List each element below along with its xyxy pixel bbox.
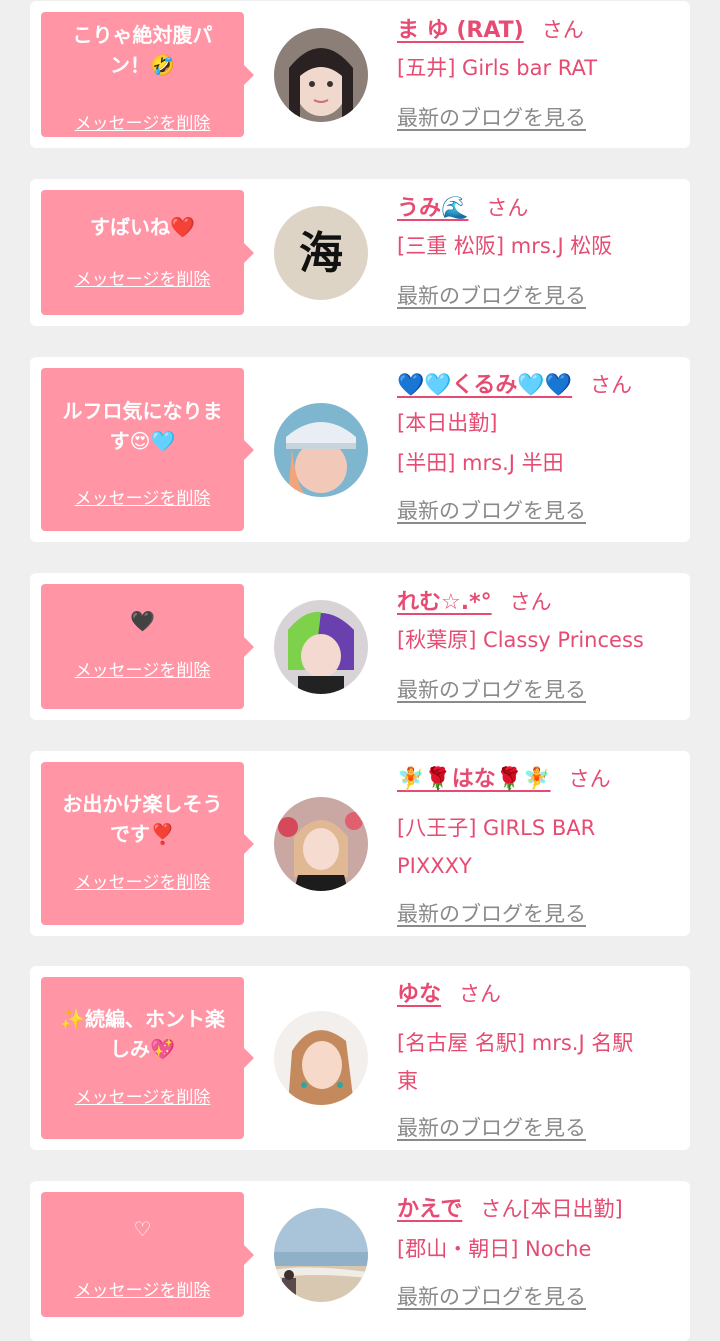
- message-line: お出かけ楽しそう: [62, 792, 223, 816]
- cast-name-link[interactable]: 💙🩵くるみ🩵💙: [397, 373, 572, 398]
- avatar-photo-icon: [274, 600, 368, 694]
- message-bubble: ルフロ気になりま す😍🩵 メッセージを削除: [41, 368, 254, 531]
- honorific: さん: [486, 196, 529, 220]
- latest-blog-link[interactable]: 最新のブログを見る: [397, 1112, 586, 1142]
- avatar-photo-icon: [274, 797, 368, 891]
- name-row: うみ🌊 さん: [397, 190, 528, 228]
- message-card: ✨続編、ホント楽 しみ💖 メッセージを削除 ゆな さん [名古屋 名駅] mrs.…: [30, 966, 690, 1150]
- message-line: ✨続編、ホント楽: [60, 1007, 225, 1031]
- honorific: さん: [480, 1197, 523, 1221]
- honorific: さん: [541, 18, 584, 42]
- honorific: さん: [509, 590, 552, 614]
- message-line: す😍🩵: [109, 429, 176, 453]
- attendance-suffix: [本日出勤]: [522, 1197, 623, 1221]
- name-row: ゆな さん: [397, 976, 501, 1014]
- message-card: ルフロ気になりま す😍🩵 メッセージを削除 💙🩵くるみ🩵💙 さん [本日出勤] […: [30, 357, 690, 542]
- avatar[interactable]: [274, 403, 368, 497]
- shop-line: 東: [397, 1069, 418, 1093]
- message-bubble: こりゃ絶対腹パ ン！🤣 メッセージを削除: [41, 12, 254, 137]
- message-text: ✨続編、ホント楽 しみ💖: [47, 1004, 238, 1064]
- cast-name-link[interactable]: かえで: [397, 1197, 462, 1222]
- message-text: こりゃ絶対腹パ ン！🤣: [47, 20, 238, 80]
- shop-line: [半田] mrs.J 半田: [397, 451, 564, 475]
- delete-message-link[interactable]: メッセージを削除: [41, 868, 244, 893]
- latest-blog-link[interactable]: 最新のブログを見る: [397, 495, 586, 525]
- message-bubble: すばいね❤️ メッセージを削除: [41, 190, 254, 315]
- shop-line: [三重 松阪] mrs.J 松阪: [397, 234, 613, 258]
- message-bubble: ♡ メッセージを削除: [41, 1192, 254, 1317]
- message-card: ♡ メッセージを削除 かえで さん[本日出勤] [郡山・朝日] Noche 最新の…: [30, 1181, 690, 1341]
- avatar-beach-photo-icon: [274, 1208, 368, 1302]
- cast-name-link[interactable]: れむ☆.*°: [397, 590, 492, 615]
- avatar-photo-icon: [274, 28, 368, 122]
- honorific: さん: [568, 767, 611, 791]
- message-text: すばいね❤️: [47, 212, 238, 242]
- cast-name-link[interactable]: うみ🌊: [397, 196, 468, 221]
- message-card: こりゃ絶対腹パ ン！🤣 メッセージを削除 ま ゆ (RAT) さん [五井] Gi…: [30, 1, 690, 148]
- message-text: 🖤: [47, 606, 238, 636]
- message-text: お出かけ楽しそう です❣️: [47, 789, 238, 849]
- avatar[interactable]: [274, 1011, 368, 1105]
- message-line: こりゃ絶対腹パ: [72, 23, 213, 47]
- calligraphy-umi-icon: 海: [274, 206, 368, 300]
- name-row: ま ゆ (RAT) さん: [397, 12, 584, 50]
- name-row: かえで さん[本日出勤]: [397, 1191, 623, 1229]
- message-line: しみ💖: [110, 1037, 175, 1061]
- latest-blog-link[interactable]: 最新のブログを見る: [397, 280, 586, 310]
- delete-message-link[interactable]: メッセージを削除: [41, 656, 244, 681]
- shop-line: [本日出勤]: [397, 411, 498, 435]
- message-line: 🖤: [130, 609, 155, 633]
- avatar[interactable]: [274, 600, 368, 694]
- message-line: ♡: [133, 1217, 152, 1241]
- shop-line: [名古屋 名駅] mrs.J 名駅: [397, 1031, 634, 1055]
- avatar-photo-icon: [274, 403, 368, 497]
- latest-blog-link[interactable]: 最新のブログを見る: [397, 1281, 586, 1311]
- latest-blog-link[interactable]: 最新のブログを見る: [397, 898, 586, 928]
- message-bubble: ✨続編、ホント楽 しみ💖 メッセージを削除: [41, 977, 254, 1139]
- cast-name-link[interactable]: 🧚🌹はな🌹🧚: [397, 767, 551, 792]
- delete-message-link[interactable]: メッセージを削除: [41, 265, 244, 290]
- message-card: すばいね❤️ メッセージを削除 海 うみ🌊 さん [三重 松阪] mrs.J 松阪…: [30, 179, 690, 326]
- avatar[interactable]: [274, 797, 368, 891]
- message-line: です❣️: [110, 822, 175, 846]
- message-line: すばいね❤️: [90, 215, 195, 239]
- shop-line: PIXXXY: [397, 854, 472, 878]
- message-bubble: お出かけ楽しそう です❣️ メッセージを削除: [41, 762, 254, 925]
- shop-line: [五井] Girls bar RAT: [397, 56, 598, 80]
- message-card: お出かけ楽しそう です❣️ メッセージを削除 🧚🌹はな🌹🧚 さん [八王子] GI…: [30, 751, 690, 936]
- message-card: 🖤 メッセージを削除 れむ☆.*° さん [秋葉原] Classy Princes…: [30, 573, 690, 720]
- cast-name-link[interactable]: ゆな: [397, 982, 441, 1007]
- cast-name-link[interactable]: ま ゆ (RAT): [397, 18, 524, 43]
- avatar[interactable]: 海: [274, 206, 368, 300]
- honorific: さん: [459, 982, 502, 1006]
- shop-line: [秋葉原] Classy Princess: [397, 628, 644, 652]
- message-line: ルフロ気になりま: [62, 399, 223, 423]
- delete-message-link[interactable]: メッセージを削除: [41, 109, 244, 134]
- svg-text:海: 海: [299, 228, 343, 279]
- message-text: ♡: [47, 1214, 238, 1244]
- delete-message-link[interactable]: メッセージを削除: [41, 1083, 244, 1108]
- message-line: ン！🤣: [110, 53, 175, 77]
- name-row: れむ☆.*° さん: [397, 584, 552, 622]
- latest-blog-link[interactable]: 最新のブログを見る: [397, 102, 586, 132]
- message-bubble: 🖤 メッセージを削除: [41, 584, 254, 709]
- name-row: 🧚🌹はな🌹🧚 さん: [397, 761, 611, 799]
- latest-blog-link[interactable]: 最新のブログを見る: [397, 674, 586, 704]
- shop-line: [八王子] GIRLS BAR: [397, 816, 596, 840]
- avatar-photo-icon: [274, 1011, 368, 1105]
- avatar[interactable]: [274, 1208, 368, 1302]
- name-row: 💙🩵くるみ🩵💙 さん: [397, 367, 632, 405]
- message-text: ルフロ気になりま す😍🩵: [47, 396, 238, 456]
- delete-message-link[interactable]: メッセージを削除: [41, 484, 244, 509]
- honorific: さん: [590, 373, 633, 397]
- avatar[interactable]: [274, 28, 368, 122]
- shop-line: [郡山・朝日] Noche: [397, 1237, 592, 1261]
- delete-message-link[interactable]: メッセージを削除: [41, 1276, 244, 1301]
